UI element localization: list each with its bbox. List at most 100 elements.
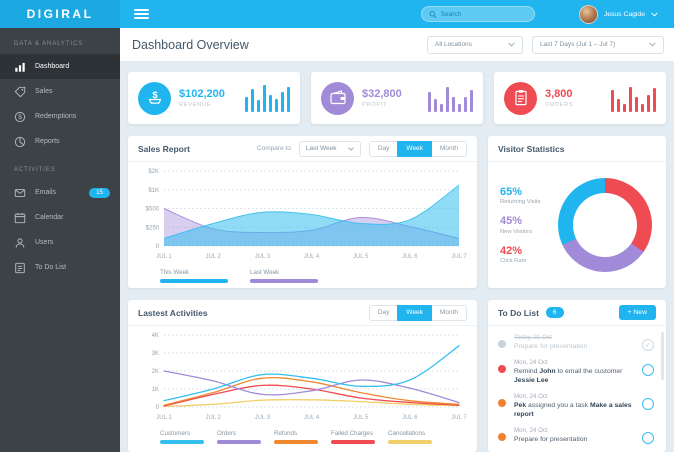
todo-item-text: Pek assigned you a task Make a sales rep… [514, 402, 632, 418]
user-menu[interactable]: Jesus Cagide [578, 4, 658, 24]
todo-count-badge: 6 [545, 307, 564, 318]
svg-text:JUL 3: JUL 3 [255, 254, 271, 260]
todo-item-date: Mon, 24 Oct [514, 393, 548, 401]
sales-report-title: Sales Report [138, 143, 190, 154]
sidebar-item-users[interactable]: Users [0, 230, 120, 255]
mini-bar [628, 87, 632, 112]
panel-row-1: Sales Report Compare to Last Week Day Wee… [128, 136, 666, 288]
sidebar-item-to-do-list[interactable]: To Do List [0, 255, 120, 280]
todo-item-content: Mon, 24 Oct Remind John to email the cust… [514, 359, 636, 385]
stat-text: $32,800 PROFIT [362, 88, 402, 109]
todo-item-content: Today, 21 Oct Prepare for presentation [514, 334, 636, 351]
todo-item: Mon, 24 Oct Pek assigned you a task Make … [488, 389, 666, 423]
legend-color-bar [331, 440, 375, 444]
svg-text:JUL 2: JUL 2 [205, 254, 221, 260]
stat-mini-bar-chart [610, 84, 656, 112]
stat-label: PROFIT [362, 102, 387, 109]
legend-item-refunds: Refunds [274, 430, 318, 444]
mini-bar [439, 103, 443, 112]
mini-bar [610, 89, 614, 112]
page-title: Dashboard Overview [132, 37, 249, 52]
todo-checkbox[interactable] [642, 432, 654, 445]
svg-text:JUL 2: JUL 2 [205, 415, 221, 421]
todo-scrollbar[interactable] [661, 332, 664, 380]
app-body: DATA & ANALYTICS Dashboard Sales $ Redemptio… [0, 28, 674, 452]
profit-icon [321, 81, 354, 115]
location-filter-select[interactable]: All Locations [427, 35, 523, 54]
sales-tab-week[interactable]: Week [397, 140, 432, 157]
legend-label: Last Week [250, 269, 280, 276]
sales-report-header: Sales Report Compare to Last Week Day Wee… [128, 136, 477, 162]
top-bar: DIGIRAL Jesus Cagide [0, 0, 674, 28]
svg-text:JUL 7: JUL 7 [451, 415, 467, 421]
sidebar-item-redemptions[interactable]: $ Redemptions [0, 104, 120, 129]
bar-chart-icon [14, 61, 26, 73]
svg-text:JUL 6: JUL 6 [402, 254, 418, 260]
orders-icon [504, 81, 537, 115]
visitor-stat-value: 42% [500, 244, 523, 257]
legend-label: Refunds [274, 430, 298, 437]
envelope-icon [14, 187, 26, 199]
visitor-statistics-title: Visitor Statistics [498, 143, 565, 154]
todo-item: Today, 21 Oct Prepare for presentation ✓ [488, 330, 666, 355]
date-range-select[interactable]: Last 7 Days (Jul 1 – Jul 7) [532, 35, 664, 54]
activities-tab-day[interactable]: Day [368, 304, 399, 321]
mini-bar [445, 87, 449, 112]
legend-item-failed-charges: Failed Charges [331, 430, 375, 444]
activities-tab-month[interactable]: Month [430, 304, 467, 321]
mini-bar [268, 94, 272, 112]
stat-value: $32,800 [362, 87, 402, 100]
new-todo-button[interactable]: + New [618, 305, 656, 320]
dollar-circle-icon: $ [14, 111, 26, 123]
activities-tab-week[interactable]: Week [397, 304, 432, 321]
legend-label: Failed Charges [331, 430, 373, 437]
chevron-down-icon [649, 42, 656, 47]
todo-list: Today, 21 Oct Prepare for presentation ✓ Mo… [488, 326, 666, 452]
search-input[interactable] [440, 10, 527, 18]
sidebar-item-calendar[interactable]: Calendar [0, 205, 120, 230]
check-icon[interactable]: ✓ [642, 339, 654, 351]
stat-card-profit: $32,800 PROFIT [311, 72, 483, 124]
search-box[interactable] [420, 6, 535, 22]
sidebar-item-reports[interactable]: Reports [0, 129, 120, 154]
legend-label: Orders [217, 430, 236, 437]
visitor-stat-label: New Visitors [500, 228, 533, 235]
app-window: DIGIRAL Jesus Cagide DATA & ANALYTICS Das… [0, 0, 674, 452]
visitor-stat-returning-visits: 65% Returning Visits [500, 186, 552, 206]
sidebar-item-sales[interactable]: Sales [0, 79, 120, 104]
sidebar-item-label: Calendar [35, 214, 64, 221]
sidebar-item-emails[interactable]: Emails 15 [0, 180, 120, 205]
header-filters: All Locations Last 7 Days (Jul 1 – Jul 7… [427, 35, 664, 54]
sales-report-panel: Sales Report Compare to Last Week Day Wee… [128, 136, 477, 288]
chevron-down-icon [651, 12, 658, 16]
svg-text:JUL 7: JUL 7 [451, 254, 467, 260]
sales-tab-day[interactable]: Day [368, 140, 399, 157]
svg-text:0: 0 [156, 405, 160, 411]
compare-to-value: Last Week [305, 145, 337, 152]
sales-tab-month[interactable]: Month [430, 140, 467, 157]
sidebar-item-dashboard[interactable]: Dashboard [0, 54, 120, 79]
menu-icon[interactable] [134, 8, 149, 20]
chevron-down-icon [508, 42, 515, 47]
compare-to-label: Compare to [256, 145, 291, 152]
user-name: Jesus Cagide [603, 10, 645, 18]
svg-text:JUL 4: JUL 4 [304, 415, 320, 421]
stat-card-orders: 3,800 ORDERS [494, 72, 666, 124]
location-filter-value: All Locations [435, 41, 472, 48]
compare-to-select[interactable]: Last Week [298, 140, 361, 157]
svg-text:JUL 1: JUL 1 [156, 415, 172, 421]
stat-text: 3,800 ORDERS [545, 88, 573, 109]
date-range-value: Last 7 Days (Jul 1 – Jul 7) [540, 41, 616, 48]
mini-bar [433, 98, 437, 112]
svg-text:JUL 6: JUL 6 [402, 415, 418, 421]
activities-period-tabs: Day Week Month [368, 304, 467, 321]
svg-text:JUL 3: JUL 3 [255, 415, 271, 421]
visitor-stat-new-visitors: 45% New Visitors [500, 215, 552, 235]
todo-checkbox[interactable] [642, 364, 654, 377]
todo-checkbox[interactable] [642, 398, 654, 411]
stat-value: $102,200 [179, 87, 225, 100]
search-icon [429, 10, 437, 18]
sidebar-item-label: To Do List [35, 264, 67, 271]
visitor-stat-value: 65% [500, 185, 523, 198]
sidebar-item-label: Reports [35, 138, 60, 145]
